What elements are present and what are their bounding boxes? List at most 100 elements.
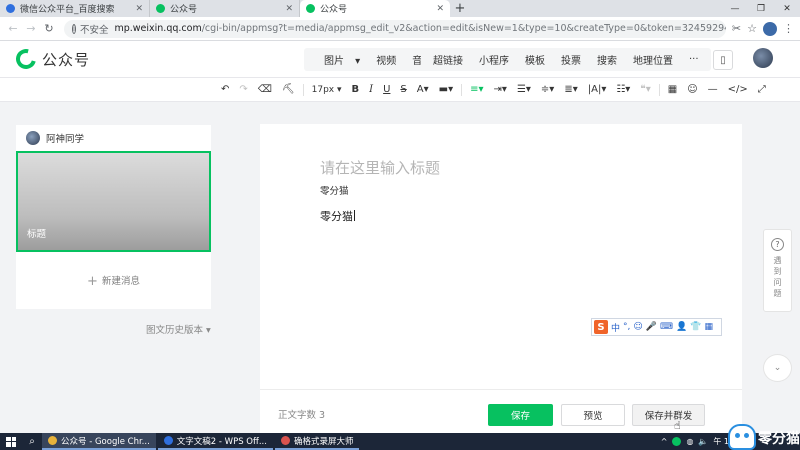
title-input[interactable]: 请在这里输入标题 <box>320 157 440 178</box>
article-list-panel: 阿神同学 标题 + 新建消息 <box>16 125 211 309</box>
article-editor[interactable]: 请在这里输入标题 零分猫 零分猫 S 中 °, ☺ 🎤 ⌨ 👤 👕 ▦ <box>260 124 742 389</box>
chevron-up-icon[interactable]: ^ <box>661 437 668 446</box>
brand-logo[interactable]: 公众号 <box>12 45 91 73</box>
grid-icon[interactable]: ▦ <box>704 322 713 332</box>
taskbar-item-recorder[interactable]: 确格式录屏大师 <box>274 433 360 450</box>
redo-icon[interactable]: ↷ <box>234 84 252 95</box>
format-painter-icon[interactable]: ⛏ <box>277 84 300 95</box>
browser-tab-strip: 微信公众平台_百度搜索 ✕ 公众号 ✕ 公众号 ✕ + — ❐ ✕ <box>0 0 800 17</box>
author-input[interactable]: 零分猫 <box>320 183 349 197</box>
strikethrough-icon[interactable]: S <box>395 84 411 95</box>
table-icon[interactable]: ▦ <box>663 84 682 95</box>
save-button[interactable]: 保存 <box>488 404 553 426</box>
underline-icon[interactable]: U <box>378 84 395 95</box>
document-icon[interactable]: ▯ <box>713 50 733 70</box>
tab-wechat-2[interactable]: 公众号 ✕ <box>300 0 450 17</box>
insert-image-button[interactable]: 图片 ▾ <box>308 52 368 67</box>
taskbar-item-chrome[interactable]: 公众号 - Google Chr... <box>42 433 156 450</box>
browser-actions: ✂ ☆ ⋮ <box>732 21 796 36</box>
user-icon[interactable]: 👤 <box>676 322 687 332</box>
info-icon[interactable]: i <box>72 23 76 34</box>
brand-name: 公众号 <box>42 50 91 69</box>
volume-icon[interactable]: 🔈 <box>698 437 708 446</box>
url-input[interactable]: i 不安全 mp.weixin.qq.com/cgi-bin/appmsg?t=… <box>64 19 726 38</box>
search-icon[interactable]: ⌕ <box>22 436 42 447</box>
punctuation-icon[interactable]: °, <box>623 322 630 332</box>
align-left-icon[interactable]: ≡▾ <box>465 84 488 95</box>
recorder-icon <box>280 436 290 445</box>
list-icon[interactable]: ☷▾ <box>611 84 635 95</box>
font-color-icon[interactable]: A▾ <box>412 84 434 95</box>
minimize-icon[interactable]: — <box>722 0 748 17</box>
italic-icon[interactable]: I <box>364 84 378 95</box>
align-center-icon[interactable]: ☰▾ <box>512 84 536 95</box>
preview-button[interactable]: 预览 <box>561 404 625 426</box>
wechat-tray-icon[interactable] <box>672 437 682 446</box>
avatar[interactable] <box>753 48 773 68</box>
menu-dots-icon[interactable]: ⋮ <box>783 22 794 35</box>
more-button[interactable]: ··· <box>681 54 707 65</box>
emoji-icon[interactable]: ☺ <box>633 322 642 332</box>
emoji-icon[interactable]: ☺ <box>682 84 702 95</box>
fullscreen-icon[interactable]: ⤢ <box>753 84 771 95</box>
bold-icon[interactable]: B <box>347 84 365 95</box>
back-icon[interactable]: ← <box>4 22 22 35</box>
line-height-icon[interactable]: ≑▾ <box>536 84 559 95</box>
wechat-icon <box>156 4 165 13</box>
scroll-down-icon[interactable]: ⌄ <box>763 354 792 382</box>
save-publish-button[interactable]: 保存并群发 <box>632 404 705 426</box>
restore-icon[interactable]: ❐ <box>748 0 774 17</box>
search-button[interactable]: 搜索 <box>589 52 625 67</box>
article-cover-card[interactable]: 标题 <box>16 151 211 252</box>
url-path: /cgi-bin/appmsg?t=media/appmsg_edit_v2&a… <box>201 23 726 34</box>
format-toolbar: ↶ ↷ ⌫ ⛏ 17px ▾ B I U S A▾ ▬▾ ≡▾ ⇥▾ ☰▾ ≑▾… <box>0 78 800 102</box>
wps-icon <box>163 436 173 445</box>
body-editor[interactable]: 零分猫 <box>320 208 355 224</box>
extension-icon[interactable]: ✂ <box>732 22 741 35</box>
blockquote-icon[interactable]: ❝▾ <box>635 84 655 95</box>
close-icon[interactable]: ✕ <box>285 4 293 14</box>
microphone-icon[interactable]: 🎤 <box>646 322 657 332</box>
new-message-button[interactable]: + 新建消息 <box>16 273 211 289</box>
keyboard-icon[interactable]: ⌨ <box>660 322 673 332</box>
new-tab-button[interactable]: + <box>450 0 470 17</box>
undo-icon[interactable]: ↶ <box>216 84 234 95</box>
chinese-mode-icon[interactable]: 中 <box>611 321 620 334</box>
network-icon[interactable]: ◍ <box>686 437 693 446</box>
letter-spacing-icon[interactable]: |A|▾ <box>583 84 612 95</box>
tab-wechat-1[interactable]: 公众号 ✕ <box>150 0 300 17</box>
insert-link-button[interactable]: 超链接 <box>425 52 471 67</box>
brand-watermark-text: 零分猫 <box>758 431 800 447</box>
tab-label: 公众号 <box>320 5 348 15</box>
watermark-brand: 零分猫 <box>728 424 800 450</box>
sogou-icon[interactable]: S <box>594 320 608 334</box>
clear-format-icon[interactable]: ⌫ <box>253 84 277 95</box>
paragraph-spacing-icon[interactable]: ≣▾ <box>559 84 582 95</box>
background-color-icon[interactable]: ▬▾ <box>434 84 458 95</box>
forward-icon[interactable]: → <box>22 22 40 35</box>
star-icon[interactable]: ☆ <box>747 22 757 35</box>
editor-footer: 正文字数 3 保存 预览 保存并群发 <box>260 389 742 433</box>
vote-button[interactable]: 投票 <box>553 52 589 67</box>
code-icon[interactable]: </> <box>723 84 753 95</box>
horizontal-rule-icon[interactable]: — <box>703 84 723 95</box>
insert-video-button[interactable]: 视频 <box>368 52 404 67</box>
tab-baidu-search[interactable]: 微信公众平台_百度搜索 ✕ <box>0 0 150 17</box>
editor-header: 公众号 图片 ▾ 视频 音频 超链接 小程序 模板 投票 搜索 地理位置 ···… <box>0 41 800 78</box>
location-button[interactable]: 地理位置 <box>625 52 681 67</box>
close-window-icon[interactable]: ✕ <box>774 0 800 17</box>
template-button[interactable]: 模板 <box>517 52 553 67</box>
windows-start-icon[interactable] <box>0 433 22 450</box>
font-size-select[interactable]: 17px ▾ <box>307 85 347 95</box>
skin-icon[interactable]: 👕 <box>690 322 701 332</box>
taskbar-item-wps[interactable]: 文字文稿2 - WPS Off... <box>157 433 273 450</box>
indent-icon[interactable]: ⇥▾ <box>489 84 512 95</box>
help-widget[interactable]: ? 遇 到 问 题 <box>763 229 792 312</box>
close-icon[interactable]: ✕ <box>135 4 143 14</box>
reload-icon[interactable]: ↻ <box>40 22 58 35</box>
ime-toolbar[interactable]: S 中 °, ☺ 🎤 ⌨ 👤 👕 ▦ <box>591 318 722 336</box>
insert-miniprogram-button[interactable]: 小程序 <box>471 52 517 67</box>
close-icon[interactable]: ✕ <box>436 4 444 14</box>
history-versions-button[interactable]: 图文历史版本 ▾ <box>146 322 211 336</box>
profile-avatar[interactable] <box>763 21 777 36</box>
